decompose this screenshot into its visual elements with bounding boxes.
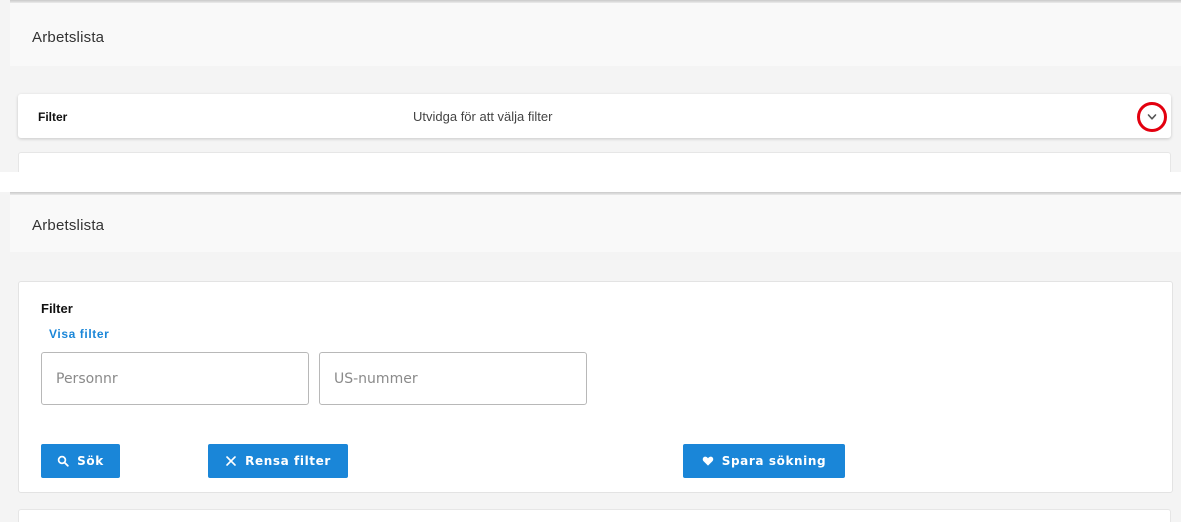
clear-filter-button[interactable]: Rensa filter: [208, 444, 348, 478]
save-search-button[interactable]: Spara sökning: [683, 444, 845, 478]
filter-panel-expanded: Filter Visa filter Sök Rensa filter Spar…: [18, 281, 1173, 493]
visa-filter-link[interactable]: Visa filter: [49, 327, 109, 341]
search-button[interactable]: Sök: [41, 444, 120, 478]
clear-filter-button-label: Rensa filter: [245, 454, 331, 468]
us-nummer-input[interactable]: [319, 352, 587, 405]
close-icon: [226, 456, 236, 466]
results-card: [18, 152, 1171, 172]
search-icon: [57, 455, 69, 467]
filter-expand-hint: Utvidga för att välja filter: [413, 109, 553, 124]
page-header: Arbetslista: [10, 3, 1181, 66]
page-title: Arbetslista: [32, 217, 105, 234]
expand-filter-button[interactable]: [1137, 102, 1167, 132]
expanded-state-panel: Arbetslista Filter Visa filter Sök Rensa…: [0, 192, 1181, 522]
save-search-button-label: Spara sökning: [721, 454, 827, 468]
filter-accordion-collapsed[interactable]: Filter Utvidga för att välja filter: [18, 94, 1171, 138]
chevron-down-icon: [1147, 114, 1157, 120]
page-title: Arbetslista: [32, 29, 105, 46]
collapsed-state-panel: Arbetslista Filter Utvidga för att välja…: [0, 0, 1181, 172]
personnr-input[interactable]: [41, 352, 309, 405]
heart-icon: [702, 456, 713, 466]
results-card: [18, 509, 1171, 522]
filter-label: Filter: [41, 301, 73, 316]
search-button-label: Sök: [77, 454, 104, 468]
filter-label: Filter: [38, 110, 68, 124]
page-header: Arbetslista: [10, 195, 1181, 252]
